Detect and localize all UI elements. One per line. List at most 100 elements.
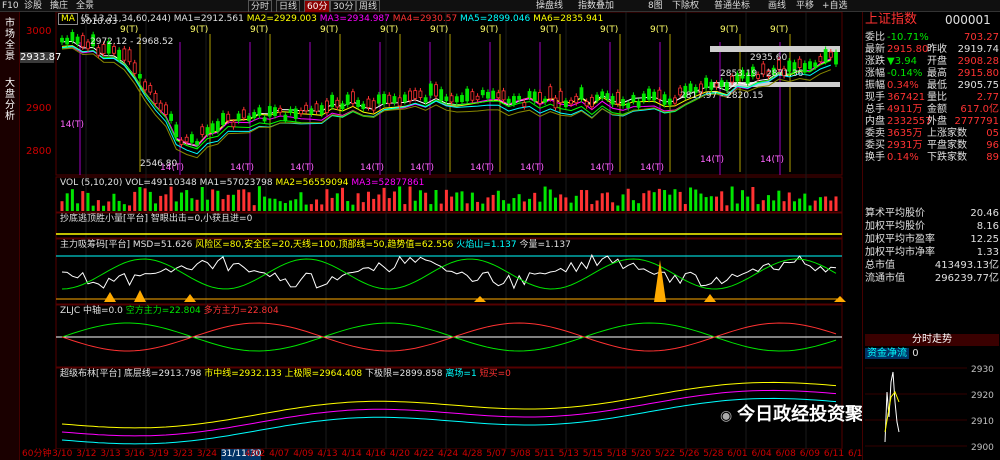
candle-body xyxy=(163,104,168,115)
toolbar-item-overlay[interactable]: 指数叠加 xyxy=(578,0,614,12)
volume-bar xyxy=(637,203,641,211)
zljc-name[interactable]: ZLJC xyxy=(60,306,80,316)
volume-bar xyxy=(502,200,506,211)
volume-bar xyxy=(335,193,339,211)
volume-bar xyxy=(226,194,230,211)
quote-label: 现手 xyxy=(865,92,885,103)
volume-bar xyxy=(418,190,422,211)
date-label: 5/28 xyxy=(703,449,724,459)
ma-dropdown[interactable]: MA xyxy=(58,13,78,25)
volume-bar xyxy=(387,198,391,211)
volume-bar xyxy=(372,198,376,211)
f10-button[interactable]: F10 xyxy=(2,0,19,12)
volume-bar xyxy=(444,189,448,211)
ma6-value: MA6=2835.941 xyxy=(533,14,604,24)
fire-mountain xyxy=(104,292,116,302)
volume-bar xyxy=(538,201,542,211)
volume-bar xyxy=(76,203,80,211)
flow-msd: MSD=51.626 xyxy=(132,240,193,250)
date-label: 5/11 xyxy=(534,449,555,459)
main-chart-area[interactable]: 9(T) 9(T) 9(T) 9(T) 9(T) 9(T) 9(T) 9(T) 9(T) 9(T)… xyxy=(20,11,881,450)
flow-risk: 风险区=80,安全区=20,天线=100,顶部线=50,趋势值=62.556 xyxy=(195,240,454,250)
price-axis-3000: 3000 xyxy=(26,26,52,37)
candle-body xyxy=(657,89,662,100)
date-label: 5/15 xyxy=(582,449,603,459)
date-label: 4/28 xyxy=(462,449,483,459)
volume-bar xyxy=(128,205,132,211)
chart-canvas[interactable]: 9(T) 9(T) 9(T) 9(T) 9(T) 9(T) 9(T) 9(T) 9(T) 9(T)… xyxy=(20,11,862,450)
toolbar-item-coord[interactable]: 普通坐标 xyxy=(714,0,750,12)
candle-body xyxy=(647,88,651,100)
toolbar-item-favorite[interactable]: +自选 xyxy=(822,0,848,12)
candle-body xyxy=(626,103,631,109)
tab-intraday[interactable]: 分时走势 xyxy=(865,334,999,346)
boll-field: 离场=1 xyxy=(445,369,477,379)
volume-bar xyxy=(299,192,303,211)
volume-bar xyxy=(148,191,152,211)
toolbar-item-exright[interactable]: 下除权 xyxy=(672,0,699,12)
toolbar-item-draw[interactable]: 画线 xyxy=(768,0,786,12)
diagnose-button[interactable]: 诊股 xyxy=(24,0,42,12)
volume-bar xyxy=(403,204,407,211)
stat-row: 总市值 413493.13亿 xyxy=(865,260,999,272)
candle-body xyxy=(538,92,542,104)
sidestrip-market-label[interactable]: 市场全景 xyxy=(3,18,17,62)
volume-bar xyxy=(252,205,256,211)
marker-9t-label: 9(T) xyxy=(120,25,138,35)
candle-body xyxy=(376,94,381,104)
date-label: 60分钟 xyxy=(22,449,52,459)
volume-bar xyxy=(237,189,241,211)
intraday-mini-chart[interactable]: 2930 2920 2910 2900 xyxy=(863,362,1000,460)
price-annotation: 2935.60 xyxy=(750,53,787,63)
candle-body xyxy=(418,90,423,98)
quote-label: 内盘 xyxy=(865,116,885,127)
volume-bar xyxy=(533,192,537,211)
volume-bar xyxy=(351,204,355,211)
ma4-value: MA4=2930.57 xyxy=(392,14,458,24)
bottom-top-name[interactable]: 抄底逃顶胜小量[平台] xyxy=(60,214,148,224)
stat-value: 296239.77亿 xyxy=(934,273,999,284)
marker-9t-label: 9(T) xyxy=(650,25,668,35)
toolbar-item-strategy[interactable]: 操盘线 xyxy=(536,0,563,12)
fire-mountain xyxy=(704,294,716,302)
marker-9t-label: 9(T) xyxy=(430,25,448,35)
boll-lower: 下极限=2899.858 xyxy=(365,369,443,379)
capture-button[interactable]: 擒庄 xyxy=(50,0,68,12)
quote-label: 涨幅 xyxy=(865,68,885,79)
quote-label-2: 外盘 xyxy=(927,116,947,127)
volume-bar xyxy=(673,189,677,211)
volume-bar xyxy=(320,204,324,211)
candle-body xyxy=(148,85,153,93)
volume-bar xyxy=(512,198,516,211)
candle-body xyxy=(808,61,812,70)
boll-name[interactable]: 超级布林[平台] xyxy=(60,369,121,379)
date-label: 6/09 xyxy=(799,449,820,459)
volume-bar xyxy=(70,189,74,211)
candle-body xyxy=(532,91,537,102)
volume-bar xyxy=(782,201,786,211)
date-label: 6/11 xyxy=(823,449,845,459)
index-title-row: 上证指数 000001 xyxy=(865,13,999,30)
date-label: 3/13 xyxy=(100,449,121,459)
date-label: 4/22 xyxy=(413,449,435,459)
candle-body xyxy=(397,97,402,107)
panorama-button[interactable]: 全景 xyxy=(76,0,94,12)
toolbar-item-pan[interactable]: 平移 xyxy=(796,0,814,12)
vol-name[interactable]: VOL xyxy=(60,178,78,188)
stat-value: 20.46 xyxy=(970,208,999,219)
boll-buy: 短买=0 xyxy=(479,369,511,379)
flow-name[interactable]: 主力吸筹码[平台] xyxy=(60,240,130,250)
price-annotation: 2817.97 - 2820.15 xyxy=(680,91,763,101)
candle-body xyxy=(631,94,636,102)
quote-label: 委买 xyxy=(865,140,885,151)
marker-14t-label: 14(T) xyxy=(230,163,254,173)
candle-body xyxy=(169,113,173,121)
quote-value-2: 2905.75 xyxy=(957,80,999,91)
candle-body xyxy=(470,91,475,101)
sidestrip-analysis-label[interactable]: 大盘分析 xyxy=(3,78,17,122)
volume-bar xyxy=(585,190,589,211)
quote-label-2: 昨收 xyxy=(927,44,947,55)
volume-bar xyxy=(657,188,661,211)
candle-body xyxy=(553,97,558,109)
toolbar-item-8chart[interactable]: 8图 xyxy=(648,0,663,12)
